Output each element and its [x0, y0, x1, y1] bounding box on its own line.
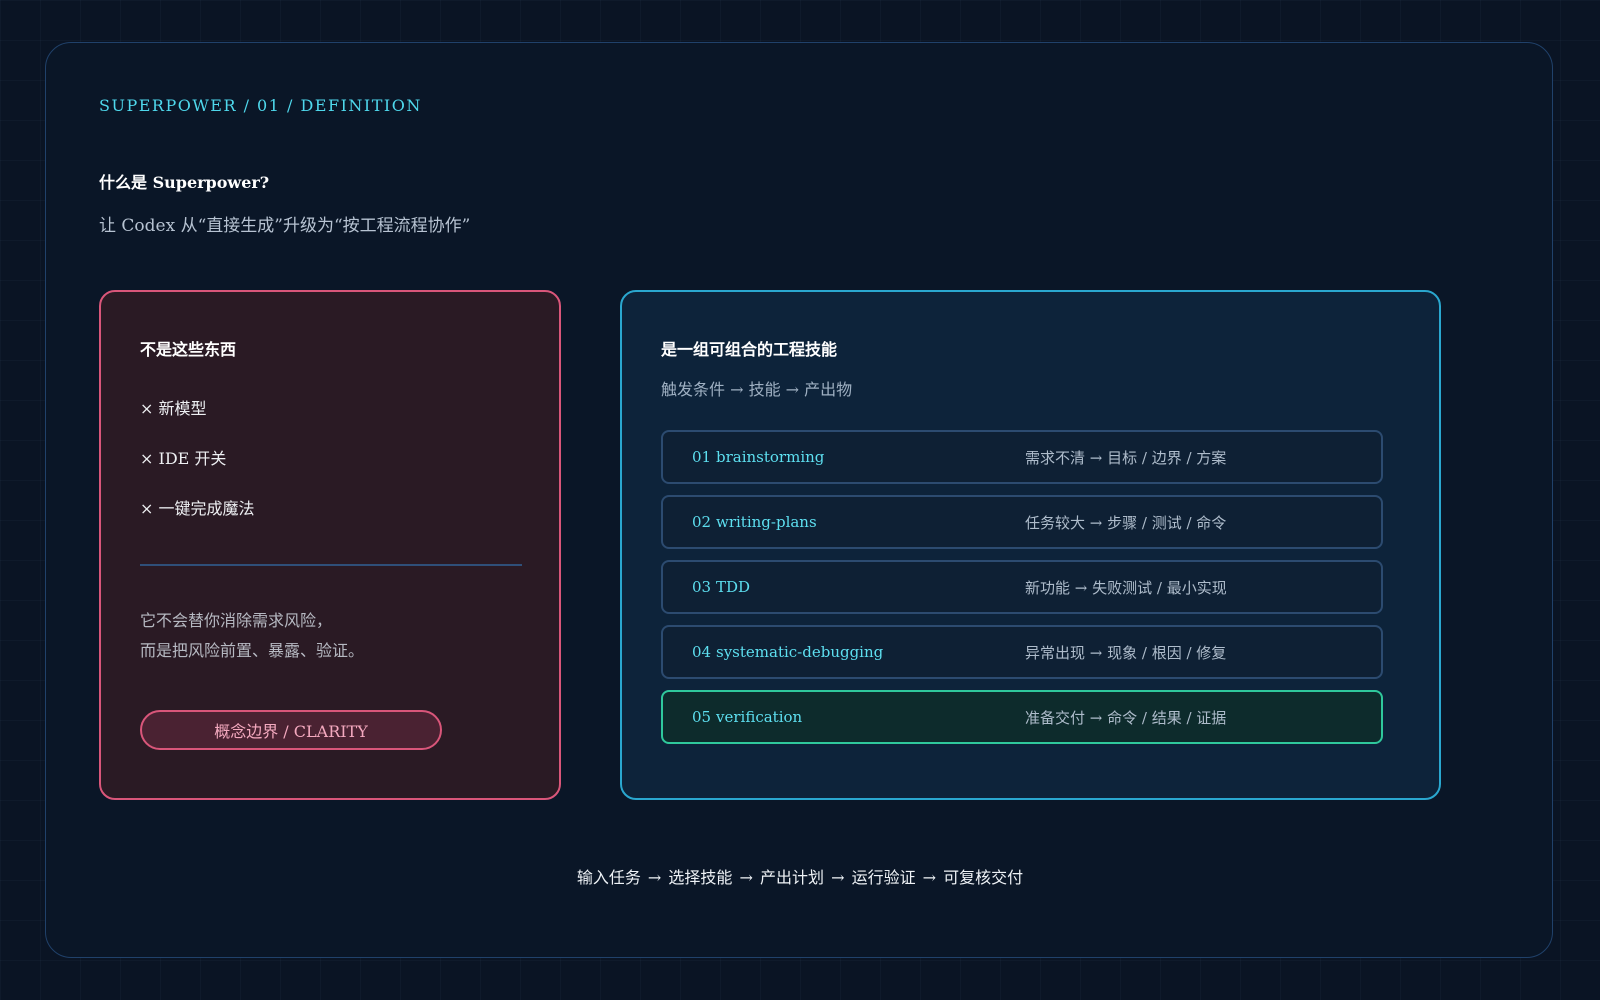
skill-number: 01	[692, 448, 712, 466]
skill-row-verification: 05 verification 准备交付 → 命令 / 结果 / 证据	[661, 690, 1383, 744]
skill-number: 04	[692, 643, 712, 661]
skill-name: verification	[716, 708, 803, 726]
skill-number: 05	[692, 708, 712, 726]
not-item: × 新模型	[140, 399, 207, 418]
skill-flow: 异常出现 → 现象 / 根因 / 修复	[1025, 643, 1227, 662]
skill-row-tdd: 03 TDD 新功能 → 失败测试 / 最小实现	[661, 560, 1383, 614]
risk-note-line: 而是把风险前置、暴露、验证。	[140, 641, 365, 660]
section-kicker: SUPERPOWER / 01 / DEFINITION	[99, 96, 422, 115]
risk-note: 它不会替你消除需求风险， 而是把风险前置、暴露、验证。	[140, 606, 364, 666]
skills-card-title: 是一组可组合的工程技能	[661, 340, 838, 359]
not-list: × 新模型 × IDE 开关 × 一键完成魔法	[140, 398, 255, 548]
skill-flow: 新功能 → 失败测试 / 最小实现	[1025, 578, 1227, 597]
skill-flow: 需求不清 → 目标 / 边界 / 方案	[1025, 448, 1227, 467]
clarity-tag: 概念边界 / CLARITY	[140, 710, 442, 750]
skill-row-systematic-debugging: 04 systematic-debugging 异常出现 → 现象 / 根因 /…	[661, 625, 1383, 679]
not-item: × 一键完成魔法	[140, 499, 255, 518]
skill-number: 03	[692, 578, 712, 596]
skill-flow: 准备交付 → 命令 / 结果 / 证据	[1025, 708, 1227, 727]
skill-list: 01 brainstorming 需求不清 → 目标 / 边界 / 方案 02 …	[661, 430, 1383, 755]
page-title: 什么是 Superpower?	[99, 173, 270, 192]
not-card: 不是这些东西 × 新模型 × IDE 开关 × 一键完成魔法 它不会替你消除需求…	[99, 290, 561, 800]
skill-name: TDD	[716, 578, 751, 596]
skill-row-brainstorming: 01 brainstorming 需求不清 → 目标 / 边界 / 方案	[661, 430, 1383, 484]
skill-row-writing-plans: 02 writing-plans 任务较大 → 步骤 / 测试 / 命令	[661, 495, 1383, 549]
not-item: × IDE 开关	[140, 449, 227, 468]
skills-card: 是一组可组合的工程技能 触发条件 → 技能 → 产出物 01 brainstor…	[620, 290, 1441, 800]
divider	[140, 564, 522, 566]
skill-name: systematic-debugging	[716, 643, 884, 661]
skills-card-subtitle: 触发条件 → 技能 → 产出物	[661, 380, 853, 399]
skill-name: brainstorming	[716, 448, 825, 466]
page-subtitle: 让 Codex 从“直接生成”升级为“按工程流程协作”	[99, 216, 471, 236]
pipeline-flow: 输入任务 → 选择技能 → 产出计划 → 运行验证 → 可复核交付	[576, 868, 1024, 887]
skill-name: writing-plans	[716, 513, 817, 531]
not-card-title: 不是这些东西	[140, 340, 237, 359]
skill-number: 02	[692, 513, 712, 531]
skill-flow: 任务较大 → 步骤 / 测试 / 命令	[1025, 513, 1227, 532]
risk-note-line: 它不会替你消除需求风险，	[140, 611, 333, 630]
